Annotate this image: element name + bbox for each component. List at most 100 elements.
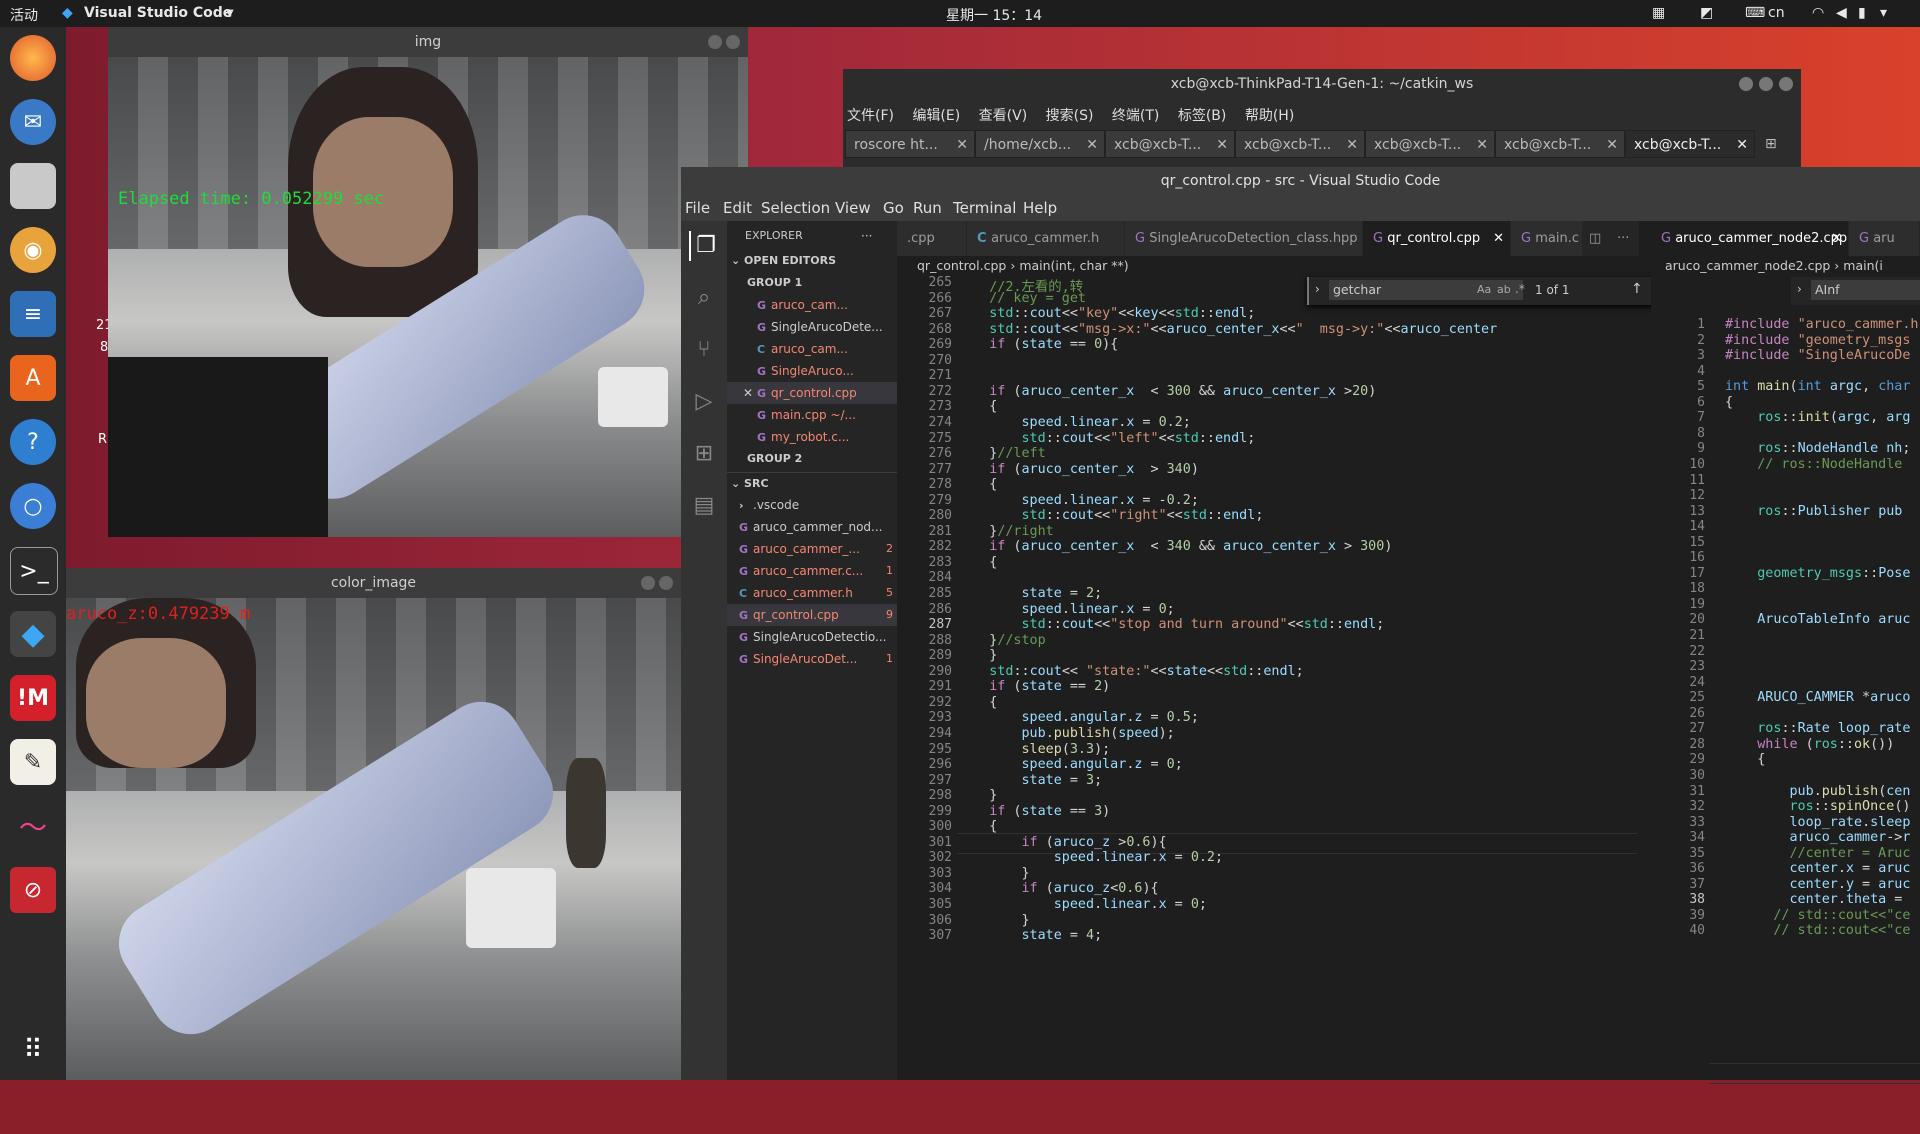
menu-terminal[interactable]: Terminal bbox=[953, 199, 1016, 217]
menu-edit[interactable]: Edit bbox=[723, 199, 752, 217]
battery-icon[interactable]: ▮ bbox=[1858, 5, 1866, 21]
terminal-menu-edit[interactable]: 编辑(E) bbox=[912, 108, 960, 124]
explorer-file-item[interactable]: › .vscode bbox=[727, 494, 909, 516]
show-applications-icon[interactable]: ⠿ bbox=[10, 1027, 56, 1073]
terminal-menu-view[interactable]: 查看(V) bbox=[979, 108, 1028, 124]
text-editor-icon[interactable]: ✎ bbox=[10, 739, 56, 785]
regex-icon[interactable]: .* bbox=[1515, 282, 1525, 296]
search-icon[interactable]: ⌕ bbox=[689, 283, 719, 313]
close-icon[interactable]: ✕ bbox=[1493, 221, 1504, 256]
split-editor-icon[interactable]: ◫ bbox=[1583, 221, 1611, 256]
run-debug-icon[interactable]: ▷ bbox=[689, 387, 719, 417]
volume-icon[interactable]: ◀ bbox=[1836, 5, 1847, 21]
match-case-icon[interactable]: Aa bbox=[1477, 283, 1491, 296]
writer-icon[interactable]: ≡ bbox=[10, 291, 56, 337]
more-actions-icon[interactable]: ··· bbox=[861, 225, 891, 247]
firefox-icon[interactable] bbox=[10, 35, 56, 81]
source-control-icon[interactable]: ⑂ bbox=[689, 335, 719, 365]
close-icon[interactable]: ✕ bbox=[1831, 221, 1842, 256]
terminal-menu-terminal[interactable]: 终端(T) bbox=[1112, 108, 1159, 124]
breadcrumb[interactable]: aruco_cammer_node2.cpp › main(i bbox=[1665, 258, 1883, 273]
terminal-tab[interactable]: xcb@xcb-T... ✕ bbox=[1495, 130, 1625, 158]
remote-explorer-icon[interactable]: ▤ bbox=[689, 491, 719, 521]
more-actions-icon[interactable]: ··· bbox=[1611, 221, 1639, 256]
explorer-file-item[interactable]: Garuco_cammer.c... 1 bbox=[727, 560, 909, 582]
open-editors-section[interactable]: ⌄ OPEN EDITORS bbox=[727, 250, 901, 272]
editor-tab-active[interactable]: G aruco_cammer_node2.cpp ✕ bbox=[1651, 221, 1849, 256]
explorer-file-item[interactable]: Gqr_control.cpp 9 bbox=[727, 604, 909, 626]
minimize-icon[interactable] bbox=[1739, 77, 1753, 91]
explorer-file-item[interactable]: Garuco_cammer_nod... bbox=[727, 516, 909, 538]
editor-tab[interactable]: G aru bbox=[1849, 221, 1920, 256]
close-icon[interactable] bbox=[726, 35, 740, 49]
vscode-window[interactable]: qr_control.cpp - src - Visual Studio Cod… bbox=[681, 167, 1920, 1084]
close-icon[interactable]: ✕ bbox=[1606, 131, 1618, 159]
close-icon[interactable]: ✕ bbox=[1476, 131, 1488, 159]
help-icon[interactable]: ? bbox=[10, 419, 56, 465]
explorer-icon[interactable]: ❐ bbox=[689, 231, 721, 261]
arrow-up-icon[interactable]: ↑ bbox=[1631, 281, 1643, 297]
editor-tab[interactable]: .cpp bbox=[897, 221, 967, 256]
terminal-tab[interactable]: roscore ht... ✕ bbox=[845, 130, 975, 158]
editor-tab[interactable]: C aruco_cammer.h bbox=[967, 221, 1125, 256]
close-icon[interactable]: ✕ bbox=[743, 382, 753, 404]
maximize-icon[interactable] bbox=[1759, 77, 1773, 91]
chevron-down-icon[interactable]: ▼ bbox=[226, 8, 234, 19]
explorer-file-item[interactable]: G SingleArucoDetectio... bbox=[727, 626, 909, 648]
impress-icon[interactable]: !M bbox=[10, 675, 56, 721]
close-icon[interactable] bbox=[1779, 77, 1793, 91]
power-menu-icon[interactable]: ▾ bbox=[1880, 5, 1887, 21]
keyboard-icon[interactable]: ⌨ bbox=[1745, 5, 1765, 21]
app-menu-button[interactable]: Visual Studio Code bbox=[84, 5, 232, 21]
terminal-tab[interactable]: xcb@xcb-T... ✕ bbox=[1365, 130, 1495, 158]
menu-selection[interactable]: Selection bbox=[761, 199, 830, 217]
display-icon[interactable]: ▦ bbox=[1652, 5, 1665, 21]
close-icon[interactable]: ✕ bbox=[1086, 131, 1098, 159]
terminal-menu-tabs[interactable]: 标签(B) bbox=[1178, 108, 1227, 124]
rhythmbox-icon[interactable]: ◉ bbox=[10, 227, 56, 273]
group2-label[interactable]: GROUP 2 bbox=[727, 448, 917, 470]
menu-go[interactable]: Go bbox=[883, 199, 904, 217]
close-icon[interactable]: ✕ bbox=[1216, 131, 1228, 159]
input-method-label[interactable]: cn bbox=[1768, 5, 1785, 21]
chevron-right-icon[interactable]: › bbox=[1315, 282, 1320, 296]
close-icon[interactable]: ✕ bbox=[1736, 131, 1748, 159]
chevron-right-icon[interactable]: › bbox=[1797, 282, 1802, 296]
menu-file[interactable]: File bbox=[685, 199, 710, 217]
editor-tab[interactable]: G main.c bbox=[1511, 221, 1583, 256]
menu-help[interactable]: Help bbox=[1023, 199, 1057, 217]
close-icon[interactable]: ✕ bbox=[1346, 131, 1358, 159]
terminal-icon[interactable]: >_ bbox=[10, 547, 58, 595]
group1-label[interactable]: GROUP 1 bbox=[727, 272, 917, 294]
src-section[interactable]: ⌄ SRC bbox=[727, 472, 901, 495]
close-icon[interactable] bbox=[659, 576, 673, 590]
extensions-icon[interactable]: ⊞ bbox=[689, 439, 719, 469]
vscode-icon[interactable]: ◆ bbox=[10, 611, 56, 657]
img-window[interactable]: img Elapsed time: 0.052299 sec bbox=[108, 27, 748, 537]
find-input[interactable]: AInf bbox=[1811, 280, 1920, 300]
activities-button[interactable]: 活动 bbox=[10, 5, 38, 25]
new-tab-icon[interactable]: ⊞ bbox=[1757, 130, 1797, 158]
minimize-icon[interactable] bbox=[708, 35, 722, 49]
menu-view[interactable]: View bbox=[835, 199, 871, 217]
breadcrumb[interactable]: qr_control.cpp › main(int, char **) bbox=[917, 258, 1129, 273]
chromium-icon[interactable]: ○ bbox=[10, 483, 56, 529]
terminal-tab[interactable]: xcb@xcb-T... ✕ bbox=[1105, 130, 1235, 158]
files-icon[interactable] bbox=[10, 163, 56, 209]
software-center-icon[interactable]: A bbox=[10, 355, 56, 401]
code-area[interactable]: 1 #include "aruco_cammer.h 2 #include "geom… bbox=[1665, 317, 1920, 1117]
find-input[interactable]: getchar bbox=[1329, 280, 1523, 300]
color-image-window-titlebar[interactable]: color_image bbox=[66, 568, 681, 598]
img-window-titlebar[interactable]: img bbox=[108, 27, 748, 57]
clock[interactable]: 星期一 15：14 bbox=[946, 5, 1042, 25]
editor-tab-active[interactable]: G qr_control.cpp ✕ bbox=[1363, 221, 1511, 256]
terminal-tab-active[interactable]: xcb@xcb-T... ✕ bbox=[1625, 130, 1755, 158]
whole-word-icon[interactable]: ab bbox=[1497, 283, 1511, 296]
terminal-menu-help[interactable]: 帮助(H) bbox=[1245, 108, 1294, 124]
terminal-tab[interactable]: /home/xcb... ✕ bbox=[975, 130, 1105, 158]
terminal-menu-file[interactable]: 文件(F) bbox=[847, 108, 894, 124]
ros-app-icon[interactable]: 〜 bbox=[10, 803, 56, 849]
close-icon[interactable]: ✕ bbox=[956, 131, 968, 159]
terminal-window[interactable]: xcb@xcb-ThinkPad-T14-Gen-1: ~/catkin_ws … bbox=[843, 69, 1801, 179]
terminal-tab[interactable]: xcb@xcb-T... ✕ bbox=[1235, 130, 1365, 158]
